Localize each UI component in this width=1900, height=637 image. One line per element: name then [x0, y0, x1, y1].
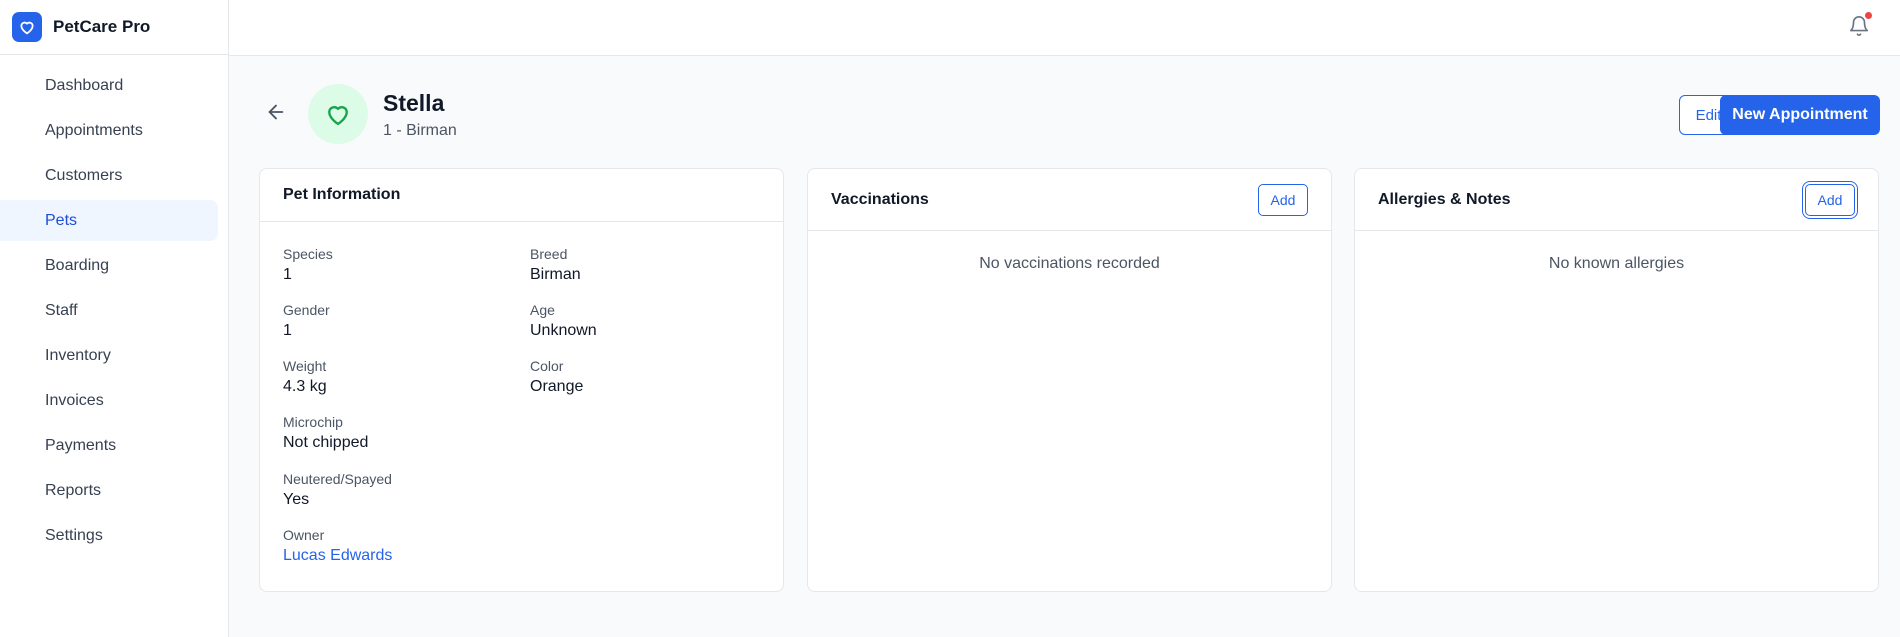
top-bar [229, 0, 1900, 56]
field-label: Weight [283, 358, 327, 374]
field-label: Species [283, 246, 333, 262]
allergies-notes-card: Allergies & Notes Add No known allergies [1354, 168, 1879, 592]
sidebar-item-staff[interactable]: Staff [0, 290, 218, 331]
card-title: Allergies & Notes [1378, 190, 1511, 208]
field-value: Yes [283, 491, 310, 508]
owner-field: Owner Lucas Edwards [283, 527, 392, 565]
field-value: Unknown [530, 322, 597, 339]
card-header: Allergies & Notes Add [1355, 169, 1878, 231]
field-value: Orange [530, 378, 584, 395]
sidebar-item-inventory[interactable]: Inventory [0, 335, 218, 376]
color-field: Color Orange [530, 358, 583, 396]
field-label: Color [530, 358, 564, 374]
brand[interactable]: PetCare Pro [0, 0, 228, 55]
notification-dot [1865, 12, 1872, 19]
owner-link[interactable]: Lucas Edwards [283, 547, 392, 565]
sidebar-item-dashboard[interactable]: Dashboard [0, 65, 218, 106]
card-header: Pet Information [260, 169, 783, 222]
field-value: Birman [530, 266, 581, 283]
card-title: Vaccinations [831, 190, 929, 208]
sidebar-item-reports[interactable]: Reports [0, 470, 218, 511]
sidebar-item-appointments[interactable]: Appointments [0, 110, 218, 151]
gender-field: Gender 1 [283, 302, 330, 340]
microchip-field: Microchip Not chipped [283, 414, 368, 452]
card-header: Vaccinations Add [808, 169, 1331, 231]
species-field: Species 1 [283, 246, 333, 284]
weight-field: Weight 4.3 kg [283, 358, 327, 396]
pet-header: Stella 1 - Birman Edit New Appointment [259, 84, 1880, 146]
brand-logo [12, 12, 42, 42]
pet-name: Stella [383, 90, 445, 116]
field-value: 1 [283, 322, 292, 339]
sidebar-item-payments[interactable]: Payments [0, 425, 218, 466]
app-name: PetCare Pro [53, 17, 151, 36]
age-field: Age Unknown [530, 302, 597, 340]
sidebar-item-invoices[interactable]: Invoices [0, 380, 218, 421]
sidebar-nav: Dashboard Appointments Customers Pets Bo… [0, 55, 228, 556]
field-value: Not chipped [283, 434, 369, 451]
empty-state: No known allergies [1548, 255, 1685, 272]
field-value: 4.3 kg [283, 378, 327, 395]
field-label: Breed [530, 246, 568, 262]
sidebar-item-boarding[interactable]: Boarding [0, 245, 218, 286]
breed-field: Breed Birman [530, 246, 581, 284]
sidebar: PetCare Pro Dashboard Appointments Custo… [0, 0, 229, 637]
card-title: Pet Information [283, 186, 401, 203]
field-label: Neutered/Spayed [283, 471, 392, 487]
sidebar-item-pets[interactable]: Pets [0, 200, 218, 241]
field-value: 1 [283, 266, 292, 283]
vaccinations-card: Vaccinations Add No vaccinations recorde… [807, 168, 1332, 592]
notifications-button[interactable] [1848, 12, 1872, 38]
new-appointment-button[interactable]: New Appointment [1720, 95, 1880, 135]
field-label: Microchip [283, 414, 343, 430]
empty-state: No vaccinations recorded [979, 255, 1160, 272]
pet-subtitle: 1 - Birman [383, 122, 457, 139]
sidebar-item-settings[interactable]: Settings [0, 515, 218, 556]
add-vaccination-button[interactable]: Add [1258, 184, 1308, 216]
neutered-field: Neutered/Spayed Yes [283, 471, 392, 509]
field-label: Owner [283, 527, 325, 543]
arrow-left-icon [268, 104, 284, 120]
add-allergy-button[interactable]: Add [1805, 184, 1855, 216]
sidebar-item-customers[interactable]: Customers [0, 155, 218, 196]
pet-avatar [308, 84, 368, 144]
back-button[interactable] [265, 101, 289, 125]
pet-information-card: Pet Information Species 1 Breed Birman G… [259, 168, 784, 592]
heart-icon [328, 106, 348, 126]
field-label: Age [530, 302, 555, 318]
field-label: Gender [283, 302, 330, 318]
heart-icon [20, 21, 34, 35]
